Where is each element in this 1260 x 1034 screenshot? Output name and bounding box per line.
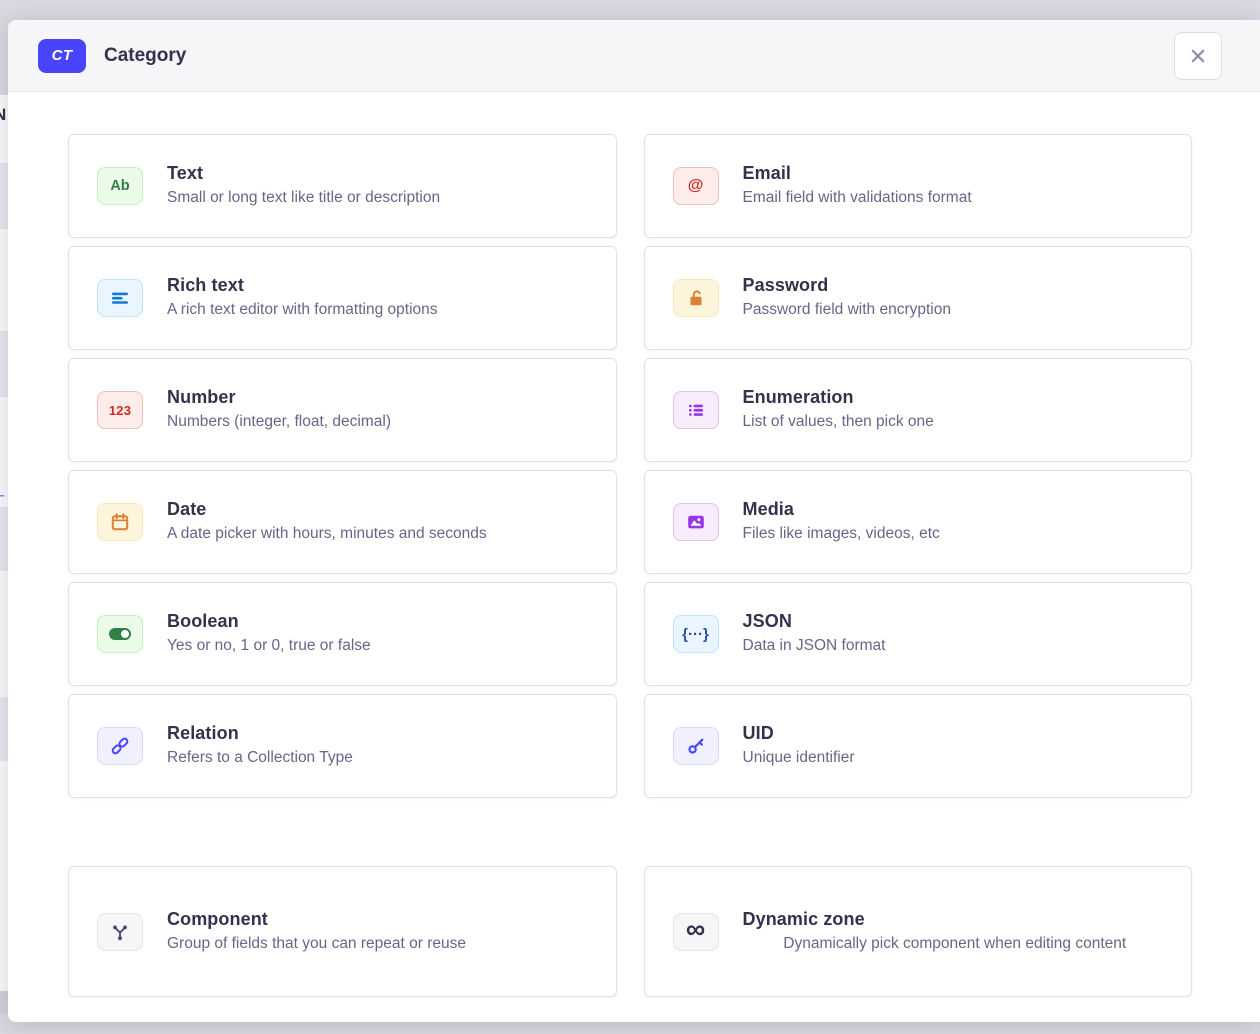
field-meta: Rich text A rich text editor with format… (167, 275, 592, 321)
field-description: Dynamically pick component when editing … (743, 934, 1168, 955)
field-title: Password (743, 275, 1168, 296)
background-page-edge: N + (0, 95, 8, 1014)
field-card-number[interactable]: 123 Number Numbers (integer, float, deci… (68, 358, 617, 462)
field-title: Rich text (167, 275, 592, 296)
field-description: Refers to a Collection Type (167, 748, 592, 769)
default-fields-grid: Ab Text Small or long text like title or… (68, 134, 1192, 798)
field-meta: Number Numbers (integer, float, decimal) (167, 387, 592, 433)
text-lines-icon (97, 279, 143, 317)
toggle-glyph (109, 628, 131, 640)
collection-type-badge: CT (38, 39, 86, 73)
field-title: Relation (167, 723, 592, 744)
field-title: Email (743, 163, 1168, 184)
field-title: Enumeration (743, 387, 1168, 408)
modal-body: Ab Text Small or long text like title or… (8, 92, 1260, 1022)
field-card-boolean[interactable]: Boolean Yes or no, 1 or 0, true or false (68, 582, 617, 686)
field-title: Boolean (167, 611, 592, 632)
background-fragment (0, 991, 8, 1014)
field-card-email[interactable]: @ Email Email field with validations for… (644, 134, 1193, 238)
field-description: List of values, then pick one (743, 412, 1168, 433)
chain-link-icon (97, 727, 143, 765)
field-description: Files like images, videos, etc (743, 524, 1168, 545)
field-meta: Text Small or long text like title or de… (167, 163, 592, 209)
field-description: Unique identifier (743, 748, 1168, 769)
field-meta: Relation Refers to a Collection Type (167, 723, 592, 769)
field-meta: Component Group of fields that you can r… (167, 909, 592, 955)
field-description: Password field with encryption (743, 300, 1168, 321)
field-title: Text (167, 163, 592, 184)
field-card-json[interactable]: {···} JSON Data in JSON format (644, 582, 1193, 686)
background-fragment (0, 331, 8, 397)
field-card-richtext[interactable]: Rich text A rich text editor with format… (68, 246, 617, 350)
field-description: A date picker with hours, minutes and se… (167, 524, 592, 545)
field-meta: JSON Data in JSON format (743, 611, 1168, 657)
field-description: Small or long text like title or descrip… (167, 188, 592, 209)
close-icon (1186, 44, 1210, 68)
background-fragment (0, 507, 8, 571)
padlock-icon (673, 279, 719, 317)
field-title: Media (743, 499, 1168, 520)
key-icon (673, 727, 719, 765)
modal-title: Category (104, 45, 186, 67)
field-card-text[interactable]: Ab Text Small or long text like title or… (68, 134, 617, 238)
at-sign-glyph: @ (688, 177, 704, 195)
close-button[interactable] (1174, 32, 1222, 80)
field-card-date[interactable]: Date A date picker with hours, minutes a… (68, 470, 617, 574)
field-meta: Boolean Yes or no, 1 or 0, true or false (167, 611, 592, 657)
field-card-component[interactable]: Component Group of fields that you can r… (68, 866, 617, 997)
ab-text-icon: Ab (97, 167, 143, 205)
field-meta: Date A date picker with hours, minutes a… (167, 499, 592, 545)
field-title: Dynamic zone (743, 909, 1168, 930)
field-meta: Password Password field with encryption (743, 275, 1168, 321)
field-title: UID (743, 723, 1168, 744)
branch-icon (97, 913, 143, 951)
ab-text-glyph: Ab (110, 178, 129, 194)
braces-icon: {···} (673, 615, 719, 653)
field-card-dynamic-zone[interactable]: ∞ Dynamic zone Dynamically pick componen… (644, 866, 1193, 997)
background-fragment (0, 697, 8, 761)
toggle-icon (97, 615, 143, 653)
advanced-fields-grid: Component Group of fields that you can r… (68, 866, 1192, 997)
field-title: Number (167, 387, 592, 408)
field-meta: Media Files like images, videos, etc (743, 499, 1168, 545)
field-type-picker-modal: CT Category Ab Text Small or long text l… (8, 20, 1260, 1022)
infinity-icon: ∞ (673, 913, 719, 951)
field-description: Group of fields that you can repeat or r… (167, 934, 592, 955)
infinity-glyph: ∞ (686, 916, 705, 943)
123-icon: 123 (97, 391, 143, 429)
field-card-media[interactable]: Media Files like images, videos, etc (644, 470, 1193, 574)
field-meta: UID Unique identifier (743, 723, 1168, 769)
calendar-icon (97, 503, 143, 541)
bullet-list-icon (673, 391, 719, 429)
field-title: JSON (743, 611, 1168, 632)
field-card-relation[interactable]: Relation Refers to a Collection Type (68, 694, 617, 798)
field-meta: Email Email field with validations forma… (743, 163, 1168, 209)
field-description: Numbers (integer, float, decimal) (167, 412, 592, 433)
field-title: Date (167, 499, 592, 520)
at-sign-icon: @ (673, 167, 719, 205)
background-letter-fragment: N (0, 105, 6, 125)
field-card-uid[interactable]: UID Unique identifier (644, 694, 1193, 798)
field-card-enumeration[interactable]: Enumeration List of values, then pick on… (644, 358, 1193, 462)
field-title: Component (167, 909, 592, 930)
background-plus-fragment: + (0, 485, 5, 509)
field-description: A rich text editor with formatting optio… (167, 300, 592, 321)
picture-icon (673, 503, 719, 541)
modal-header: CT Category (8, 20, 1260, 92)
123-glyph: 123 (109, 403, 131, 418)
field-meta: Enumeration List of values, then pick on… (743, 387, 1168, 433)
field-description: Yes or no, 1 or 0, true or false (167, 636, 592, 657)
field-description: Data in JSON format (743, 636, 1168, 657)
field-meta: Dynamic zone Dynamically pick component … (743, 909, 1168, 955)
field-description: Email field with validations format (743, 188, 1168, 209)
background-fragment (0, 163, 8, 229)
braces-glyph: {···} (682, 626, 709, 643)
field-card-password[interactable]: Password Password field with encryption (644, 246, 1193, 350)
